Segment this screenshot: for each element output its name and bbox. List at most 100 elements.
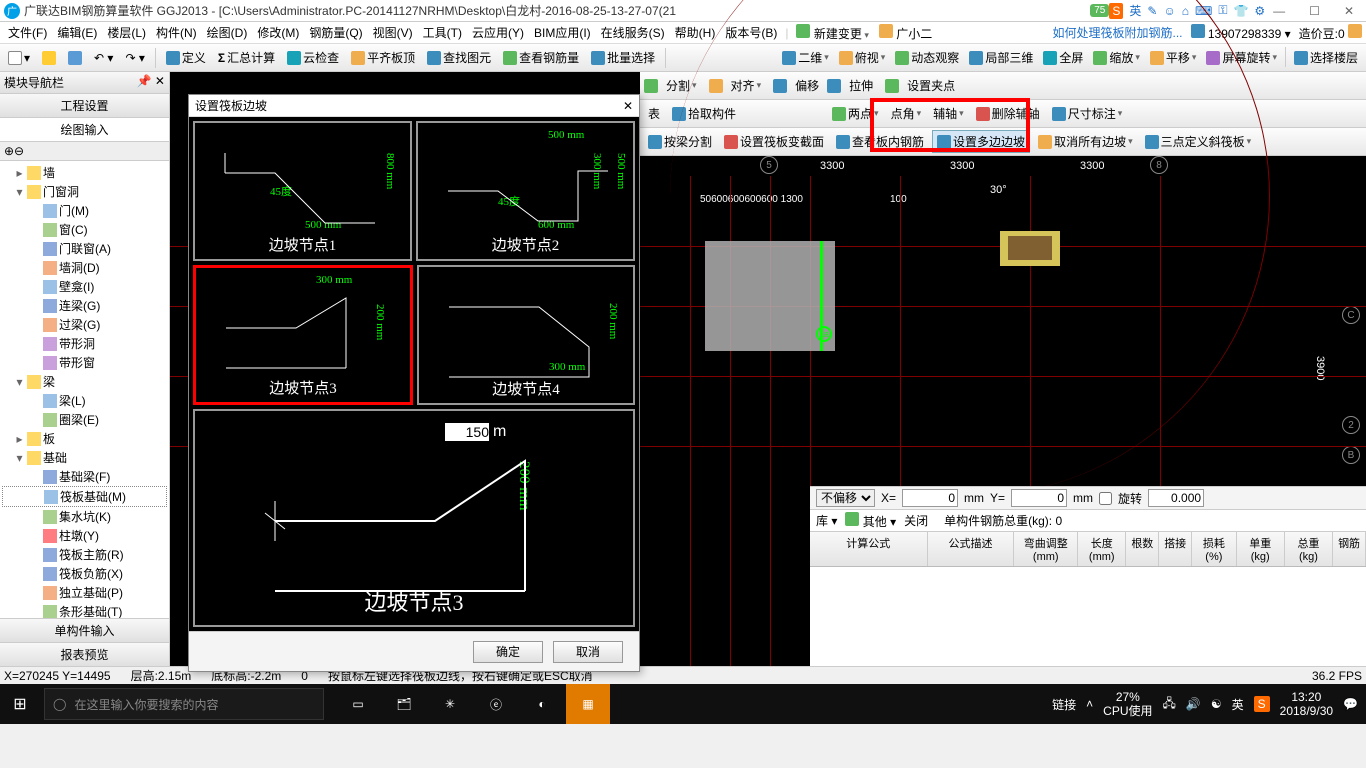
col-4[interactable]: 根数 bbox=[1126, 532, 1159, 566]
batch-select-button[interactable]: 批量选择 bbox=[587, 47, 659, 68]
col-1[interactable]: 公式描述 bbox=[928, 532, 1015, 566]
edge-icon[interactable]: ⓔ bbox=[474, 684, 518, 724]
tray-net-icon[interactable]: 🖧 bbox=[1163, 694, 1176, 715]
clock[interactable]: 13:202018/9/30 bbox=[1280, 690, 1333, 719]
tray-ime2[interactable]: 英 bbox=[1232, 696, 1244, 713]
tray-up-icon[interactable]: ˄ bbox=[1086, 697, 1093, 711]
open-button[interactable] bbox=[38, 49, 60, 67]
tree-node-筏板主筋(R)[interactable]: 筏板主筋(R) bbox=[2, 545, 167, 564]
tree-node-门联窗(A)[interactable]: 门联窗(A) bbox=[2, 239, 167, 258]
tree-node-筏板负筋(X)[interactable]: 筏板负筋(X) bbox=[2, 564, 167, 583]
table-button[interactable]: 表 bbox=[644, 103, 664, 124]
lib-button[interactable]: 库 ▾ bbox=[816, 512, 837, 529]
col-8[interactable]: 总重(kg) bbox=[1285, 532, 1333, 566]
tray-link[interactable]: 链接 bbox=[1052, 696, 1076, 713]
slope-width-input[interactable] bbox=[445, 423, 489, 441]
tray-ime1[interactable]: ☯ bbox=[1211, 697, 1222, 711]
tree-node-连梁(G)[interactable]: 连梁(G) bbox=[2, 296, 167, 315]
notification-icon[interactable]: 💬 bbox=[1343, 697, 1358, 711]
menu-file[interactable]: 文件(F) bbox=[4, 22, 51, 43]
tab-project-settings[interactable]: 工程设置 bbox=[0, 94, 169, 118]
col-0[interactable]: 计算公式 bbox=[810, 532, 928, 566]
col-6[interactable]: 损耗(%) bbox=[1192, 532, 1236, 566]
tab-draw-input[interactable]: 绘图输入 bbox=[0, 118, 169, 142]
menu-cloud[interactable]: 云应用(Y) bbox=[468, 22, 528, 43]
menu-help[interactable]: 帮助(H) bbox=[671, 22, 720, 43]
tree-node-梁[interactable]: ▾梁 bbox=[2, 372, 167, 391]
find-button[interactable]: 查找图元 bbox=[423, 47, 495, 68]
tree-node-基础梁(F)[interactable]: 基础梁(F) bbox=[2, 467, 167, 486]
tree-node-墙[interactable]: ▸墙 bbox=[2, 163, 167, 182]
sum-button[interactable]: Σ 汇总计算 bbox=[214, 47, 279, 68]
tree-node-墙洞(D)[interactable]: 墙洞(D) bbox=[2, 258, 167, 277]
app2-icon[interactable]: ✳ bbox=[428, 684, 472, 724]
tab-single-input[interactable]: 单构件输入 bbox=[0, 618, 169, 642]
dialog-titlebar[interactable]: 设置筏板边坡 ✕ bbox=[189, 95, 639, 117]
app1-icon[interactable]: 🗂 bbox=[382, 684, 426, 724]
tab-report-preview[interactable]: 报表预览 bbox=[0, 642, 169, 666]
select-floor-button[interactable]: 选择楼层 bbox=[1290, 47, 1362, 68]
ime-i7[interactable]: ⚙ bbox=[1254, 4, 1265, 18]
save-button[interactable] bbox=[64, 49, 86, 67]
tree-node-条形基础(T)[interactable]: 条形基础(T) bbox=[2, 602, 167, 618]
taskview-icon[interactable]: ▭ bbox=[336, 684, 380, 724]
cpu-meter[interactable]: 27%CPU使用 bbox=[1103, 690, 1152, 719]
slope-node-2[interactable]: 500 mm 300 mm 500 mm 45度 600 mm 边坡节点2 bbox=[416, 121, 635, 261]
tray-vol-icon[interactable]: 🔊 bbox=[1186, 697, 1201, 711]
ime-i6[interactable]: 👕 bbox=[1233, 4, 1248, 18]
col-3[interactable]: 长度(mm) bbox=[1078, 532, 1126, 566]
menu-tools[interactable]: 工具(T) bbox=[419, 22, 466, 43]
expand-all-icon[interactable]: ⊕⊖ bbox=[4, 144, 24, 158]
minimize-button[interactable]: — bbox=[1265, 4, 1293, 18]
slope-node-1[interactable]: 800 mm 45度 500 mm 边坡节点1 bbox=[193, 121, 412, 261]
rotate-input[interactable] bbox=[1148, 489, 1204, 507]
ime-i5[interactable]: ⚿ bbox=[1218, 3, 1227, 18]
menu-rebar[interactable]: 钢筋量(Q) bbox=[305, 22, 366, 43]
tree-node-板[interactable]: ▸板 bbox=[2, 429, 167, 448]
tree-node-圈梁(E)[interactable]: 圈梁(E) bbox=[2, 410, 167, 429]
rotate-checkbox[interactable] bbox=[1099, 492, 1112, 505]
level-top-button[interactable]: 平齐板顶 bbox=[347, 47, 419, 68]
maximize-button[interactable]: ☐ bbox=[1301, 4, 1328, 18]
col-5[interactable]: 搭接 bbox=[1159, 532, 1192, 566]
redo-button[interactable]: ↷ ▾ bbox=[121, 49, 148, 67]
dialog-close-button[interactable]: ✕ bbox=[623, 99, 633, 113]
other-button[interactable]: 其他 ▾ bbox=[845, 512, 896, 530]
tree-node-筏板基础(M)[interactable]: 筏板基础(M) bbox=[2, 486, 167, 507]
tree-node-柱墩(Y)[interactable]: 柱墩(Y) bbox=[2, 526, 167, 545]
tray-sogou[interactable]: S bbox=[1254, 696, 1270, 712]
cloud-check-button[interactable]: 云检查 bbox=[283, 47, 343, 68]
pdf-icon[interactable]: ▦ bbox=[566, 684, 610, 724]
menu-edit[interactable]: 编辑(E) bbox=[53, 22, 101, 43]
y-input[interactable] bbox=[1011, 489, 1067, 507]
col-2[interactable]: 弯曲调整(mm) bbox=[1014, 532, 1078, 566]
menu-modify[interactable]: 修改(M) bbox=[253, 22, 303, 43]
tree-node-窗(C)[interactable]: 窗(C) bbox=[2, 220, 167, 239]
slope-node-3[interactable]: 300 mm 200 mm 边坡节点3 bbox=[193, 265, 413, 405]
close-button[interactable]: ✕ bbox=[1336, 4, 1362, 18]
x-input[interactable] bbox=[902, 489, 958, 507]
tree-node-集水坑(K)[interactable]: 集水坑(K) bbox=[2, 507, 167, 526]
pin-icon[interactable]: 📌 ✕ bbox=[137, 74, 165, 91]
tree-node-带形洞[interactable]: 带形洞 bbox=[2, 334, 167, 353]
undo-button[interactable]: ↶ ▾ bbox=[90, 49, 117, 67]
ok-button[interactable]: 确定 bbox=[473, 641, 543, 663]
view-rebar-button[interactable]: 查看钢筋量 bbox=[499, 47, 583, 68]
tree-node-基础[interactable]: ▾基础 bbox=[2, 448, 167, 467]
tree-node-门(M)[interactable]: 门(M) bbox=[2, 201, 167, 220]
menu-component[interactable]: 构件(N) bbox=[152, 22, 201, 43]
tree-node-过梁(G)[interactable]: 过梁(G) bbox=[2, 315, 167, 334]
new-button[interactable]: ▾ bbox=[4, 49, 34, 67]
tree-node-门窗洞[interactable]: ▾门窗洞 bbox=[2, 182, 167, 201]
tree-node-带形窗[interactable]: 带形窗 bbox=[2, 353, 167, 372]
define-button[interactable]: 定义 bbox=[162, 47, 210, 68]
close-panel-button[interactable]: 关闭 bbox=[904, 512, 928, 529]
col-9[interactable]: 钢筋 bbox=[1333, 532, 1366, 566]
menu-draw[interactable]: 绘图(D) bbox=[203, 22, 252, 43]
tree-node-梁(L)[interactable]: 梁(L) bbox=[2, 391, 167, 410]
menu-view[interactable]: 视图(V) bbox=[369, 22, 417, 43]
cancel-button[interactable]: 取消 bbox=[553, 641, 623, 663]
menu-floor[interactable]: 楼层(L) bbox=[103, 22, 150, 43]
slope-node-4[interactable]: 300 mm 200 mm 边坡节点4 bbox=[417, 265, 635, 405]
col-7[interactable]: 单重(kg) bbox=[1237, 532, 1285, 566]
